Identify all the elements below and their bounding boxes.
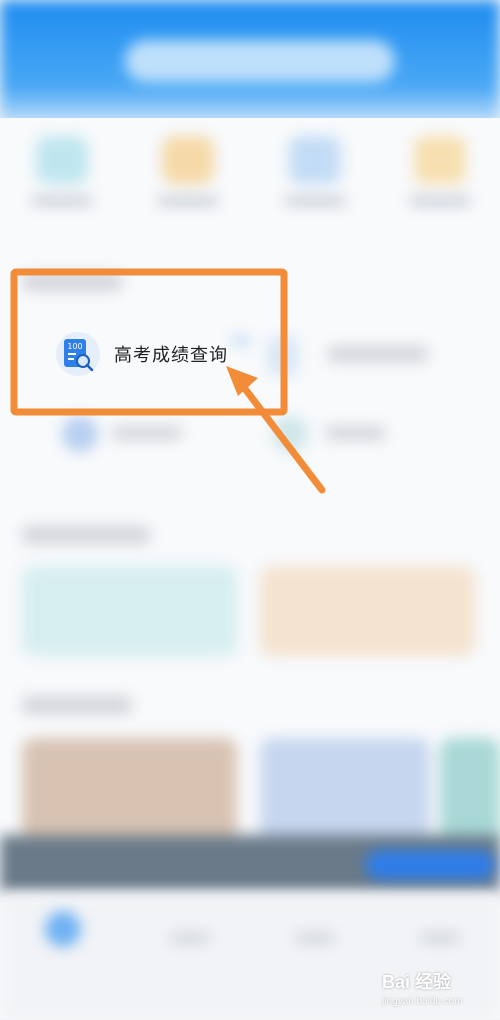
- article-card-3[interactable]: [440, 738, 500, 848]
- service-label-blur-3: [325, 426, 385, 440]
- svg-text:100: 100: [67, 342, 82, 351]
- recommend-card-2[interactable]: [260, 566, 475, 656]
- app-header: [0, 0, 500, 125]
- score-report-search-icon: 100: [56, 332, 100, 376]
- quick-entry-2[interactable]: [148, 136, 228, 226]
- tab-3[interactable]: [295, 933, 335, 943]
- section-title: [22, 696, 132, 714]
- service-label-blur: [328, 346, 428, 362]
- search-bar[interactable]: [125, 40, 395, 82]
- service-icon-blur-2: [62, 416, 98, 452]
- gaokao-score-query-item[interactable]: 100 高考成绩查询: [56, 332, 228, 376]
- watermark-url: jingyan.baidu.com: [382, 996, 463, 1007]
- article-card-2[interactable]: [260, 738, 430, 848]
- service-label-blur-2: [112, 426, 182, 440]
- tab-4[interactable]: [420, 933, 460, 943]
- baidu-jingyan-watermark: Bai 经验 jingyan.baidu.com: [382, 968, 497, 1018]
- article-card-1[interactable]: [22, 738, 237, 848]
- watermark-brand: Bai 经验: [382, 972, 452, 992]
- quick-entry-4[interactable]: [400, 136, 480, 226]
- quick-entry-1[interactable]: [22, 136, 102, 226]
- tab-home-icon[interactable]: [45, 911, 81, 947]
- quick-entry-3[interactable]: [275, 136, 355, 226]
- service-label: 高考成绩查询: [114, 345, 228, 366]
- service-icon-blur-3: [272, 416, 308, 452]
- recommend-card-1[interactable]: [22, 566, 237, 656]
- tab-2[interactable]: [170, 933, 210, 943]
- section-title: [22, 526, 150, 544]
- promo-banner-button[interactable]: [365, 850, 495, 880]
- report-search-icon-graphic: 100: [64, 339, 94, 371]
